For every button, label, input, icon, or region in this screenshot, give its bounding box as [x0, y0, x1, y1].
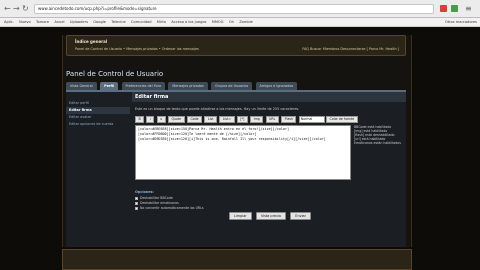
forum-index-link[interactable]: Índice general — [75, 39, 107, 44]
bookmarks-bar: Aplic. Nuevo Tomore Anuel Uploaders Goog… — [0, 18, 480, 27]
page-background: Índice general Panel de Control de Usuar… — [0, 27, 480, 270]
forum-top-links[interactable]: FAQ Buscar Miembros Desconectarse [ Parc… — [302, 47, 399, 51]
bookmark-item[interactable]: Zombie — [239, 18, 253, 26]
forum-header: Índice general Panel de Control de Usuar… — [66, 35, 406, 56]
back-icon[interactable]: ← — [4, 4, 11, 14]
address-bar[interactable]: www.aincedetodo.com/ucp.php?i=profile&mo… — [34, 4, 434, 14]
code-button[interactable]: Code — [186, 116, 203, 123]
tab-board-preferences[interactable]: Preferencias del Foro — [121, 82, 166, 90]
breadcrumb[interactable]: Panel de Control de Usuario • Mensajes p… — [75, 47, 199, 51]
tab-usergroups[interactable]: Grupos de Usuarios — [211, 82, 253, 90]
bookmark-item[interactable]: Anuel — [54, 18, 64, 26]
signature-intro: Este es un bloque de texto que puede aña… — [135, 107, 300, 111]
option-disable-urls[interactable]: No convertir automáticamente las URLs — [135, 206, 204, 210]
option-label: Deshabilitar BBCode — [140, 196, 173, 200]
font-size-select[interactable]: Normal — [298, 116, 325, 123]
bookmark-item[interactable]: Comunidad — [131, 18, 152, 26]
tab-friends-foes[interactable]: Amigos e Ignorados — [255, 82, 298, 90]
other-bookmarks[interactable]: Otros marcadores — [445, 18, 477, 26]
forum-footer — [62, 249, 412, 270]
quote-button[interactable]: Quote — [167, 116, 185, 123]
option-label: No convertir automáticamente las URLs — [140, 206, 204, 210]
reset-button[interactable]: Limpiar — [229, 212, 252, 220]
bold-button[interactable]: B — [135, 116, 145, 123]
image-button[interactable]: Img — [250, 116, 264, 123]
signature-textarea[interactable]: [color=#EBE6E8][size=150]Parca Mr. Healt… — [135, 125, 351, 180]
bookmark-item[interactable]: Uploaders — [70, 18, 88, 26]
editor-line: [color=#D9D3E6][size=120][i]This is one.… — [138, 137, 326, 141]
bookmark-item[interactable]: Tomore — [36, 18, 49, 26]
ucp-sidebar: Editar perfil Editar firma Editar avatar… — [66, 100, 130, 128]
bbcode-toolbar: B i u Quote Code List List= [*] Img URL … — [135, 116, 358, 124]
url-button[interactable]: URL — [265, 116, 279, 123]
bookmark-item[interactable]: Google — [93, 18, 106, 26]
sidebar-item-account-settings[interactable]: Editar opciones de cuenta — [66, 121, 130, 128]
bookmark-item[interactable]: Acceso a los juegos — [171, 18, 206, 26]
ordered-list-button[interactable]: List= — [219, 116, 235, 123]
sidebar-item-edit-profile[interactable]: Editar perfil — [66, 100, 130, 107]
panel-title: Editar firma — [132, 92, 406, 102]
italic-button[interactable]: i — [146, 116, 155, 123]
reload-icon[interactable]: ↻ — [22, 4, 29, 14]
ucp-tabs: Vista General Perfil Preferencias del Fo… — [66, 82, 299, 90]
bbcode-status: BBCode está habilitado [img] está habili… — [354, 125, 401, 145]
options-label: Opciones: — [135, 190, 154, 194]
sidebar-item-edit-avatar[interactable]: Editar avatar — [66, 114, 130, 121]
sidebar-item-edit-signature[interactable]: Editar firma — [66, 107, 130, 114]
checkbox[interactable] — [135, 206, 138, 210]
bookmark-item[interactable]: Oh — [229, 18, 234, 26]
preview-button[interactable]: Vista previa — [255, 212, 287, 220]
font-colour-button[interactable]: Color de fuente — [326, 116, 358, 123]
form-actions: Limpiar Vista previa Enviar — [229, 212, 314, 220]
bookmark-item[interactable]: Nuevo — [19, 18, 31, 26]
tab-profile[interactable]: Perfil — [100, 82, 119, 90]
extension-icon[interactable] — [451, 5, 458, 12]
option-disable-smilies[interactable]: Deshabilitar emoticonos — [135, 201, 179, 205]
bookmark-item[interactable]: Mirto — [157, 18, 166, 26]
tab-private-messages[interactable]: Mensajes privados — [168, 82, 208, 90]
forward-icon[interactable]: → — [13, 4, 20, 14]
flash-button[interactable]: Flash — [281, 116, 297, 123]
bookmark-item[interactable]: Aplic. — [4, 18, 14, 26]
underline-button[interactable]: u — [156, 116, 166, 123]
browser-toolbar: ← → ↻ www.aincedetodo.com/ucp.php?i=prof… — [0, 0, 480, 18]
checkbox[interactable] — [135, 201, 138, 205]
signature-panel: Editar firma Este es un bloque de texto … — [132, 92, 406, 249]
option-disable-bbcode[interactable]: Deshabilitar BBCode — [135, 196, 173, 200]
tab-overview[interactable]: Vista General — [66, 82, 97, 90]
extension-icon[interactable] — [440, 5, 447, 12]
ucp-content: Editar perfil Editar firma Editar avatar… — [66, 90, 406, 247]
checkbox[interactable] — [135, 196, 138, 200]
bookmark-item[interactable]: MMOG — [212, 18, 224, 26]
submit-button[interactable]: Enviar — [290, 212, 312, 220]
bookmark-item[interactable]: Telecine — [111, 18, 125, 26]
list-button[interactable]: List — [204, 116, 217, 123]
option-label: Deshabilitar emoticonos — [140, 201, 179, 205]
list-item-button[interactable]: [*] — [236, 116, 248, 123]
menu-icon[interactable]: ≡ — [465, 4, 472, 14]
page-title: Panel de Control de Usuario — [66, 70, 164, 78]
